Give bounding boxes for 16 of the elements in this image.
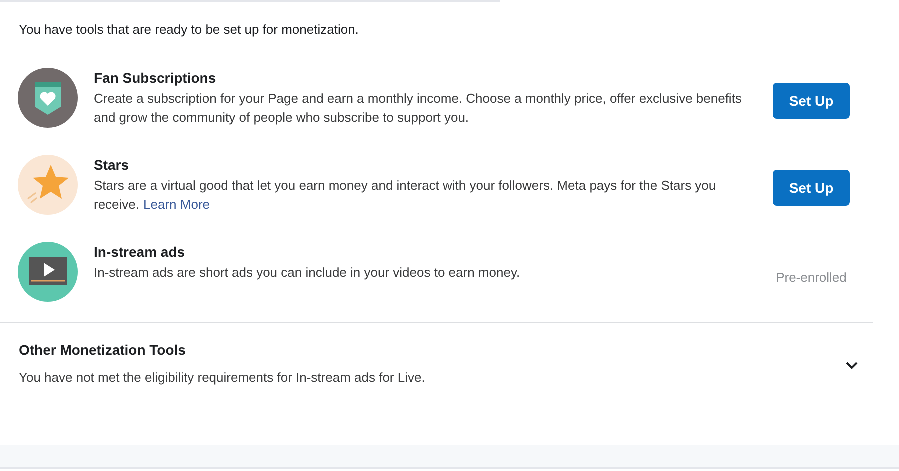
tool-description: Create a subscription for your Page and earn a monthly income. Choose a monthly price, offer exclusive benefits and grow the community of people who subscribe to support you. bbox=[94, 90, 743, 127]
tool-description: In-stream ads are short ads you can include in your videos to earn money. bbox=[94, 264, 522, 282]
set-up-button[interactable]: Set Up bbox=[773, 170, 850, 206]
status-label: Pre-enrolled bbox=[776, 270, 847, 285]
learn-more-link[interactable]: Learn More bbox=[144, 197, 210, 212]
set-up-button[interactable]: Set Up bbox=[773, 83, 850, 119]
chevron-icon[interactable] bbox=[846, 362, 858, 370]
tool-description: Stars are a virtual good that let you earn money and interact with your followers. Meta pays for the Stars you receive. Learn More bbox=[94, 177, 718, 214]
section-title: Other Monetization Tools bbox=[19, 342, 187, 358]
tool-title: In-stream ads bbox=[94, 243, 186, 261]
tool-title: Fan Subscriptions bbox=[94, 69, 218, 87]
section-description: You have not met the eligibility requirements for In-stream ads for Live. bbox=[19, 370, 426, 385]
video-icon bbox=[18, 242, 78, 302]
heart-badge-icon bbox=[18, 68, 78, 128]
tool-title: Stars bbox=[94, 156, 130, 174]
intro-text: You have tools that are ready to be set up for monetization. bbox=[19, 22, 360, 37]
